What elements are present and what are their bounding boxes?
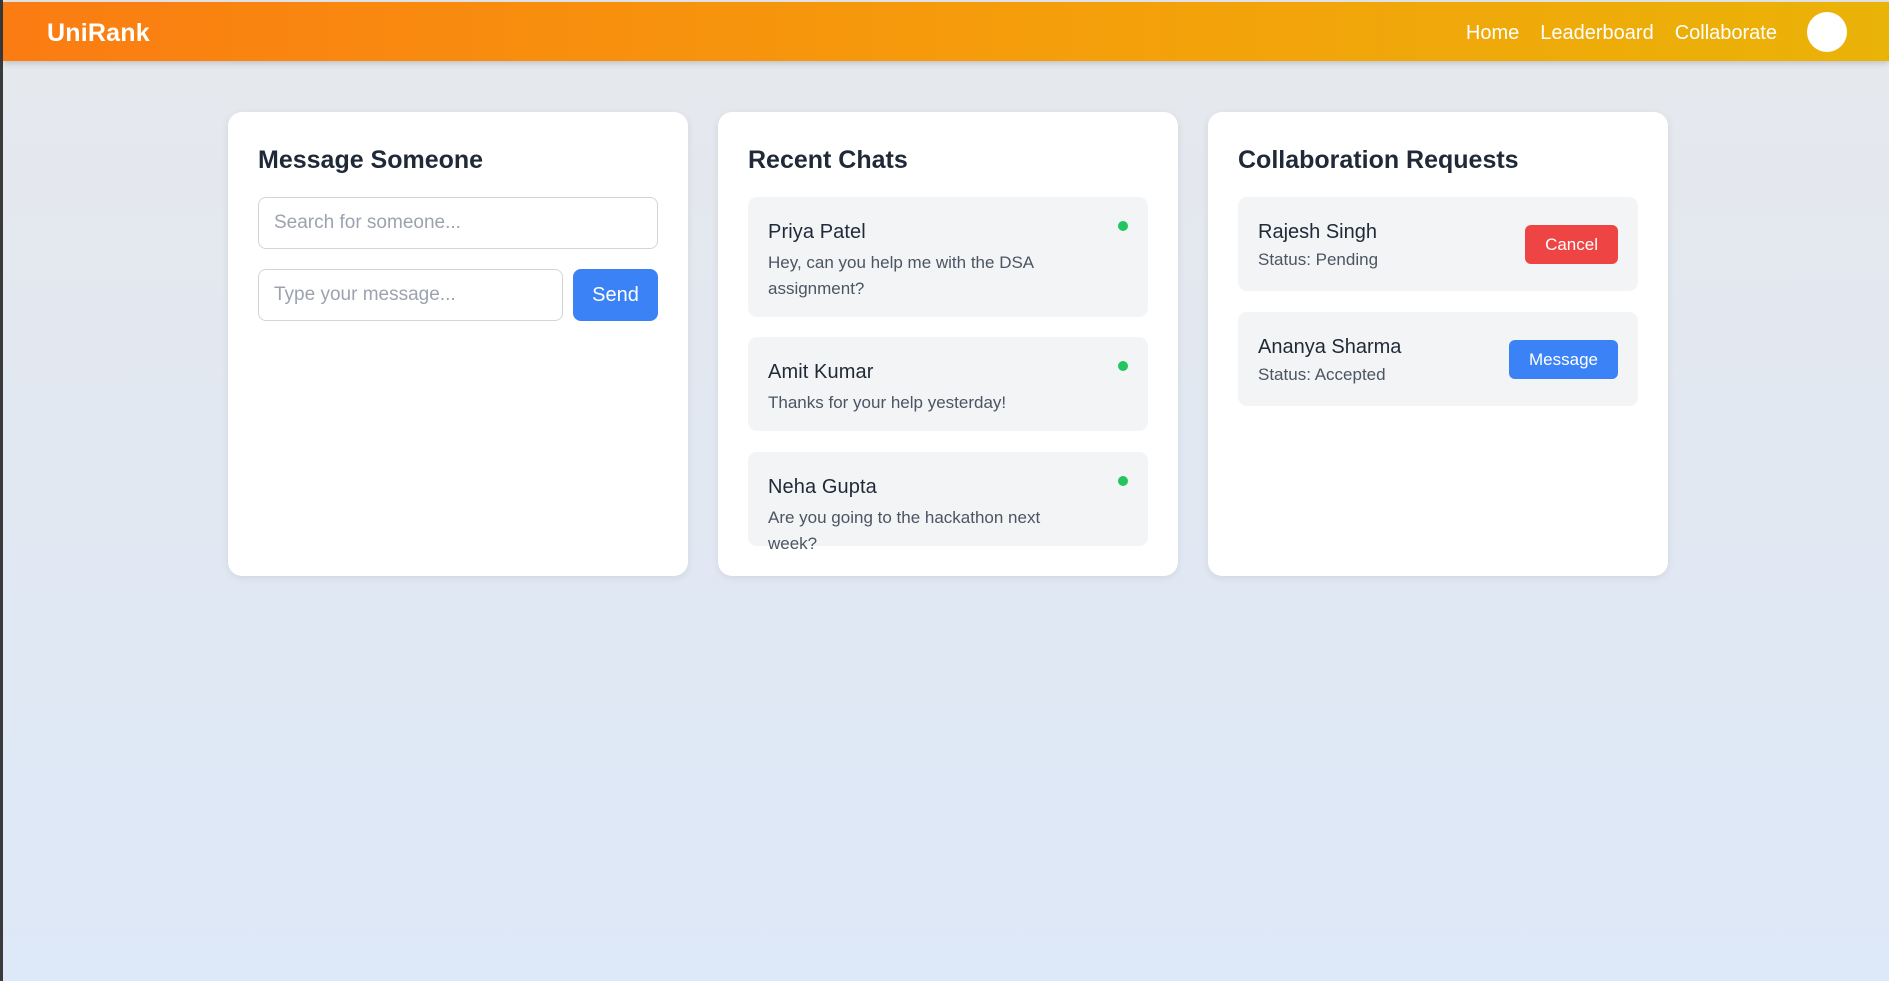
top-navbar: UniRank Home Leaderboard Collaborate (3, 2, 1889, 61)
recent-chats-title: Recent Chats (748, 146, 908, 174)
cancel-request-button[interactable]: Cancel (1525, 225, 1618, 264)
nav-link-home[interactable]: Home (1466, 22, 1519, 45)
search-input[interactable] (258, 197, 658, 249)
nav-link-collaborate[interactable]: Collaborate (1675, 22, 1777, 45)
user-avatar[interactable] (1807, 12, 1847, 52)
main-nav: Home Leaderboard Collaborate (1466, 22, 1777, 45)
request-item: Ananya Sharma Status: Accepted Message (1238, 312, 1638, 406)
online-status-dot (1118, 361, 1128, 371)
online-status-dot (1118, 221, 1128, 231)
online-status-dot (1118, 476, 1128, 486)
chat-preview: Are you going to the hackathon next week… (768, 508, 1041, 553)
brand-logo[interactable]: UniRank (47, 19, 150, 48)
chat-name: Amit Kumar (768, 361, 874, 383)
chat-name: Priya Patel (768, 221, 866, 243)
collaboration-requests-title: Collaboration Requests (1238, 146, 1519, 174)
chat-item[interactable]: Neha Gupta Are you going to the hackatho… (748, 452, 1148, 553)
message-input[interactable] (258, 269, 563, 321)
chat-preview: Thanks for your help yesterday! (768, 393, 1007, 412)
send-button[interactable]: Send (573, 269, 658, 321)
collaboration-requests-card: Collaboration Requests Rajesh Singh Stat… (1208, 112, 1668, 576)
chat-item[interactable]: Amit Kumar Thanks for your help yesterda… (748, 337, 1148, 431)
recent-chats-card: Recent Chats Priya Patel Hey, can you he… (718, 112, 1178, 576)
nav-link-leaderboard[interactable]: Leaderboard (1540, 22, 1653, 45)
chat-preview: Hey, can you help me with the DSA assign… (768, 253, 1034, 298)
message-someone-title: Message Someone (258, 146, 484, 174)
message-button[interactable]: Message (1509, 340, 1618, 379)
message-someone-card: Message Someone Send (228, 112, 688, 576)
request-item: Rajesh Singh Status: Pending Cancel (1238, 197, 1638, 291)
chat-item[interactable]: Priya Patel Hey, can you help me with th… (748, 197, 1148, 317)
chat-name: Neha Gupta (768, 476, 877, 498)
